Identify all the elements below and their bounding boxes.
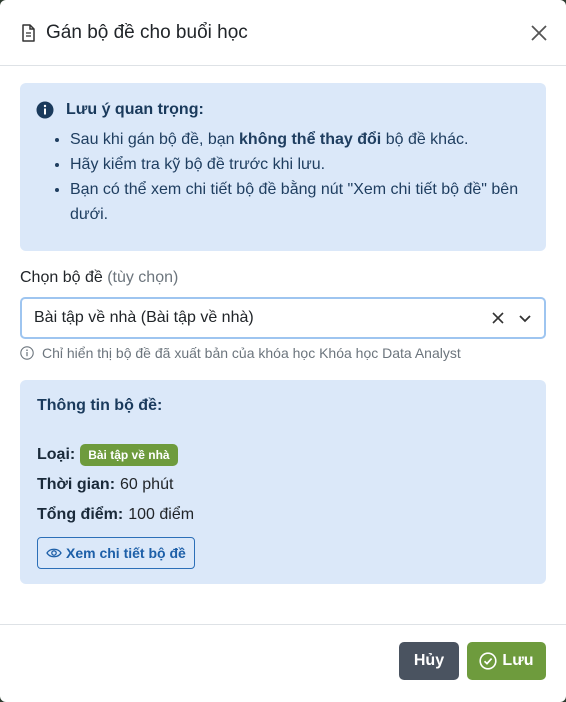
modal-body: Lưu ý quan trọng: Sau khi gán bộ đề, bạn… bbox=[0, 66, 566, 584]
exam-select-label: Chọn bộ đề (tùy chọn) bbox=[20, 269, 179, 286]
assign-exam-modal: Gán bộ đề cho buổi học Lưu ý quan trọng:… bbox=[0, 0, 566, 702]
optional-hint: (tùy chọn) bbox=[107, 269, 179, 286]
close-icon[interactable] bbox=[528, 22, 550, 44]
modal-header: Gán bộ đề cho buổi học bbox=[0, 0, 566, 66]
type-badge: Bài tập về nhà bbox=[80, 444, 178, 466]
clear-icon[interactable] bbox=[490, 310, 506, 326]
info-outline-icon bbox=[20, 346, 34, 360]
notice-list: Sau khi gán bộ đề, bạn không thể thay đổ… bbox=[36, 127, 528, 227]
eye-icon bbox=[46, 547, 62, 559]
details-title: Thông tin bộ đề: bbox=[37, 397, 163, 414]
exam-details-card: Thông tin bộ đề: Loại: Bài tập về nhà Th… bbox=[20, 380, 546, 584]
cancel-button[interactable]: Hủy bbox=[399, 642, 459, 680]
notice-item: Hãy kiểm tra kỹ bộ đề trước khi lưu. bbox=[70, 152, 528, 177]
view-details-button[interactable]: Xem chi tiết bộ đề bbox=[37, 537, 195, 569]
select-hint: Chỉ hiển thị bộ đề đã xuất bản của khóa … bbox=[20, 345, 546, 361]
time-row: Thời gian: 60 phút bbox=[37, 476, 174, 493]
document-icon bbox=[20, 23, 36, 42]
notice-item: Bạn có thể xem chi tiết bộ đề bằng nút "… bbox=[70, 177, 528, 227]
info-icon bbox=[36, 101, 54, 119]
important-notice: Lưu ý quan trọng: Sau khi gán bộ đề, bạn… bbox=[20, 83, 546, 251]
notice-header: Lưu ý quan trọng: bbox=[36, 101, 528, 119]
exam-select[interactable]: Bài tập về nhà (Bài tập về nhà) bbox=[20, 297, 546, 339]
save-button[interactable]: Lưu bbox=[467, 642, 546, 680]
modal-footer: Hủy Lưu bbox=[0, 624, 566, 702]
chevron-down-icon[interactable] bbox=[518, 311, 532, 325]
check-circle-icon bbox=[479, 652, 498, 670]
notice-title: Lưu ý quan trọng: bbox=[66, 101, 204, 118]
notice-item: Sau khi gán bộ đề, bạn không thể thay đổ… bbox=[70, 127, 528, 152]
modal-title: Gán bộ đề cho buổi học bbox=[46, 21, 248, 43]
score-row: Tổng điểm: 100 điểm bbox=[37, 506, 195, 523]
type-row: Loại: Bài tập về nhà bbox=[37, 440, 529, 470]
exam-select-value: Bài tập về nhà (Bài tập về nhà) bbox=[34, 309, 254, 326]
